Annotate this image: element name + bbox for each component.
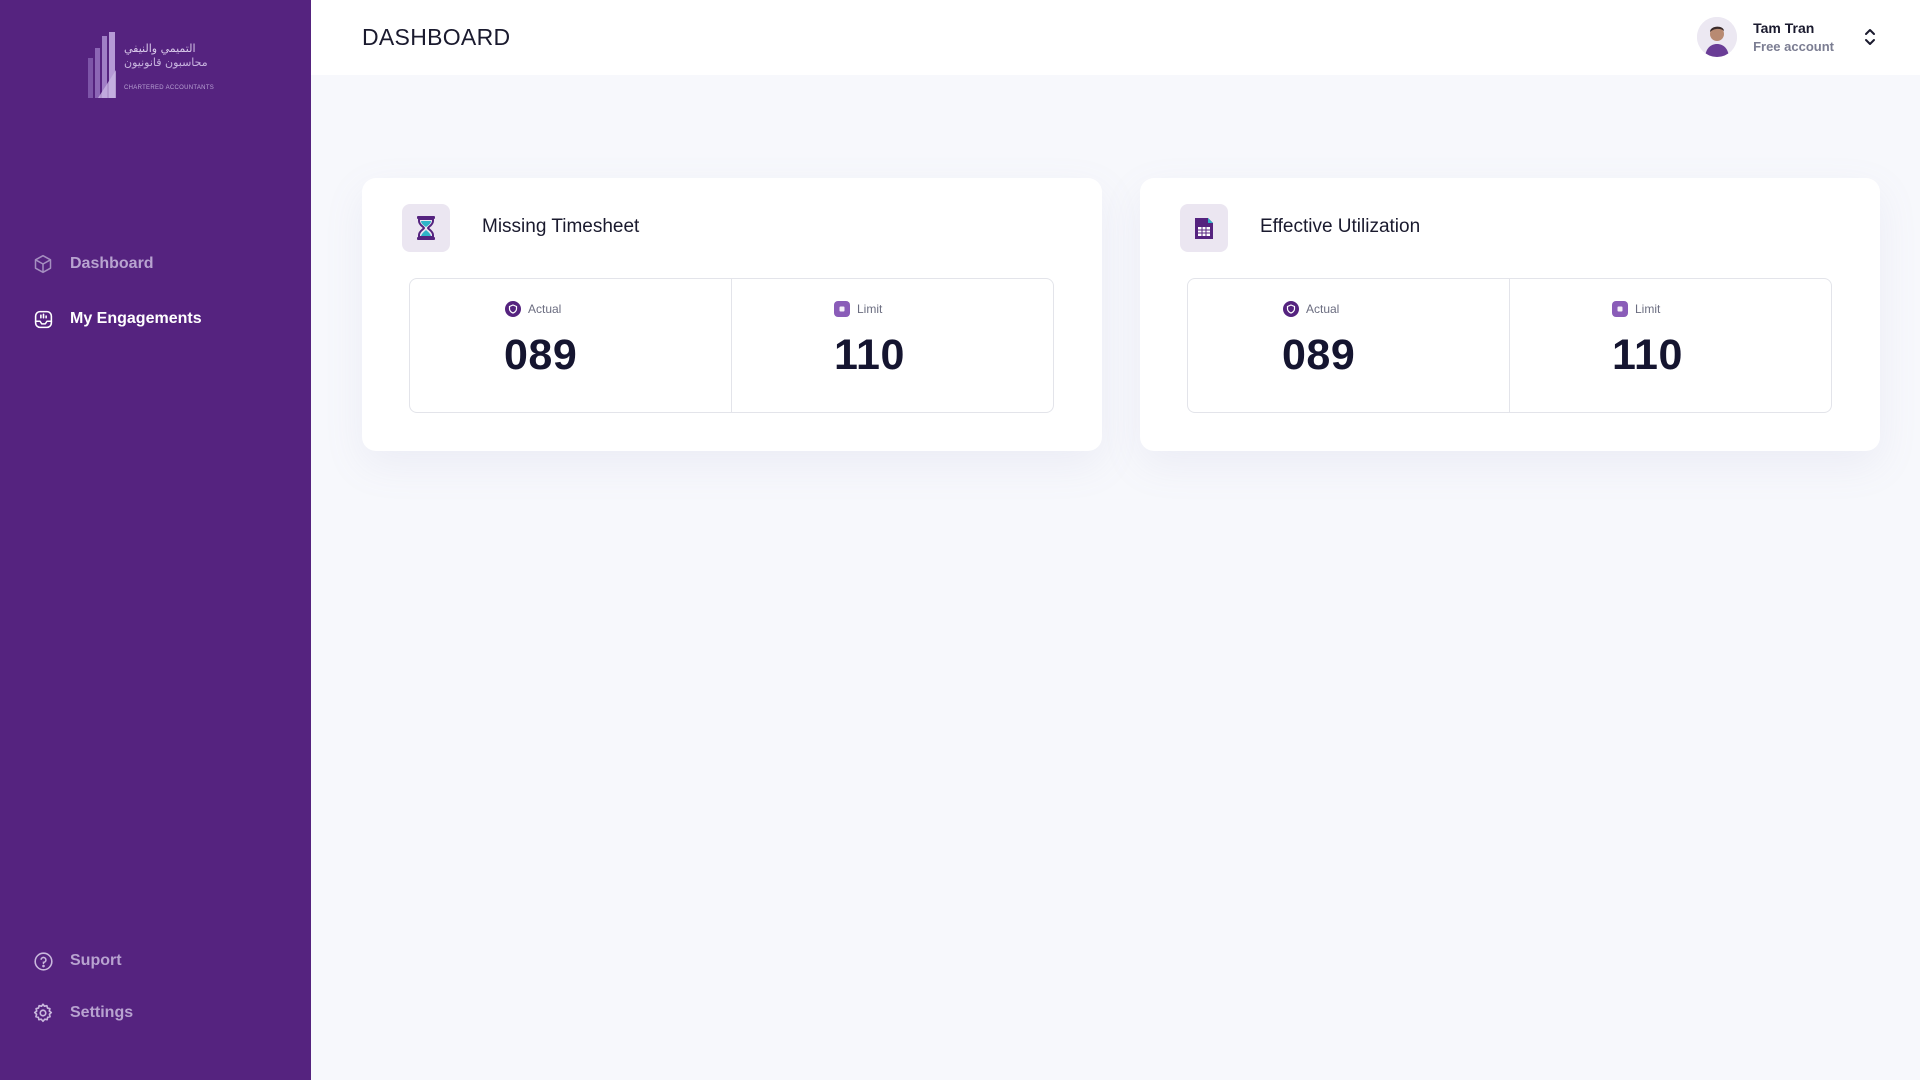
page-title: DASHBOARD — [362, 24, 511, 50]
stat-value: 110 — [1612, 331, 1683, 379]
sidebar-item-my-engagements[interactable]: My Engagements — [32, 305, 202, 333]
card-title: Effective Utilization — [1260, 216, 1421, 237]
stat-label-text: Actual — [528, 302, 562, 316]
stat-label-text: Limit — [857, 302, 883, 316]
sidebar-item-dashboard[interactable]: Dashboard — [32, 250, 154, 278]
sidebar-item-label: Settings — [70, 1004, 134, 1021]
avatar[interactable] — [1697, 17, 1738, 57]
user-plan: Free account — [1753, 39, 1834, 54]
sidebar-item-label: Suport — [70, 952, 122, 969]
stat-label: Limit — [834, 301, 882, 317]
stat-label: Actual — [505, 301, 561, 317]
stat-limit: Limit 110 — [1509, 279, 1831, 412]
stat-limit: Limit 110 — [731, 279, 1053, 412]
gear-icon — [32, 1002, 54, 1024]
chevron-up-down-icon[interactable] — [1860, 25, 1880, 49]
stat-label-text: Actual — [1306, 302, 1340, 316]
sidebar-item-label: Dashboard — [70, 255, 154, 272]
stat-label-text: Limit — [1635, 302, 1661, 316]
missing-timesheet-card: Missing Timesheet Actual 089 Limit 110 — [362, 178, 1102, 451]
stats-panel: Actual 089 Limit 110 — [409, 278, 1054, 413]
stat-actual: Actual 089 — [410, 279, 731, 412]
spreadsheet-icon — [1180, 204, 1228, 252]
top-header: DASHBOARD Tam Tran Free account — [311, 0, 1920, 75]
user-menu[interactable]: Tam Tran Free account — [1697, 16, 1880, 58]
engagements-icon — [32, 308, 54, 330]
logo-bars-icon — [88, 32, 116, 98]
logo-text-english: CHARTERED ACCOUNTANTS — [124, 85, 215, 91]
user-info: Tam Tran Free account — [1753, 20, 1834, 54]
logo-text-arabic-sub: محاسبون قانونيون — [124, 56, 208, 69]
stat-label: Limit — [1612, 301, 1660, 317]
hourglass-icon — [402, 204, 450, 252]
shield-icon — [505, 301, 521, 317]
sidebar-item-support[interactable]: Suport — [32, 947, 122, 975]
cube-icon — [32, 253, 54, 275]
sidebar: التميمي والنيفي محاسبون قانونيون CHARTER… — [0, 0, 311, 1080]
stat-value: 110 — [834, 331, 905, 379]
card-title: Missing Timesheet — [482, 216, 640, 237]
user-name: Tam Tran — [1753, 20, 1815, 36]
stat-value: 089 — [1282, 331, 1356, 379]
shield-icon — [1283, 301, 1299, 317]
box-icon — [1612, 301, 1628, 317]
stat-actual: Actual 089 — [1188, 279, 1509, 412]
help-circle-icon — [32, 950, 54, 972]
logo-text-arabic: التميمي والنيفي — [124, 42, 196, 55]
effective-utilization-card: Effective Utilization Actual 089 Limit 1… — [1140, 178, 1880, 451]
stat-label: Actual — [1283, 301, 1339, 317]
company-logo: التميمي والنيفي محاسبون قانونيون CHARTER… — [86, 30, 226, 102]
stats-panel: Actual 089 Limit 110 — [1187, 278, 1832, 413]
sidebar-item-label: My Engagements — [70, 310, 202, 327]
stat-value: 089 — [504, 331, 578, 379]
sidebar-item-settings[interactable]: Settings — [32, 999, 133, 1027]
box-icon — [834, 301, 850, 317]
